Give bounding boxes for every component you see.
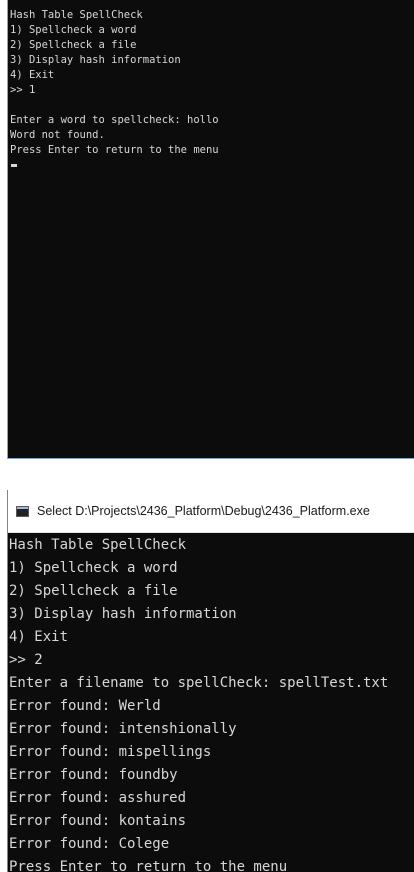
console-line: 4) Exit bbox=[9, 629, 69, 645]
console-line: Word not found. bbox=[10, 129, 105, 141]
console-line: 1) Spellcheck a word bbox=[10, 24, 137, 36]
console-output-2[interactable]: Hash Table SpellCheck 1) Spellcheck a wo… bbox=[8, 533, 414, 872]
console-line: 1) Spellcheck a word bbox=[9, 560, 178, 576]
console-line: Error found: Colege bbox=[9, 836, 170, 852]
console-line: Hash Table SpellCheck bbox=[9, 537, 187, 553]
console-line: >> 2 bbox=[9, 652, 43, 668]
console-line: Hash Table SpellCheck bbox=[10, 9, 143, 21]
console-window[interactable]: Select D:\Projects\2436_Platform\Debug\2… bbox=[7, 490, 414, 872]
console-output-1[interactable]: Hash Table SpellCheck 1) Spellcheck a wo… bbox=[7, 0, 414, 459]
console-line: Enter a filename to spellCheck: spellTes… bbox=[9, 675, 389, 691]
console-line: Error found: asshured bbox=[9, 790, 187, 806]
console-line: Error found: kontains bbox=[9, 813, 187, 829]
console-line: 2) Spellcheck a file bbox=[9, 583, 178, 599]
console-line: Press Enter to return to the menu bbox=[9, 859, 288, 872]
console-line: Enter a word to spellcheck: hollo bbox=[10, 114, 219, 126]
console-line: Error found: intenshionally bbox=[9, 721, 237, 737]
console-app-icon bbox=[16, 505, 29, 517]
text-cursor bbox=[11, 164, 17, 167]
console-line: Error found: mispellings bbox=[9, 744, 212, 760]
window-title: Select D:\Projects\2436_Platform\Debug\2… bbox=[37, 504, 370, 518]
console-line: 4) Exit bbox=[10, 69, 55, 81]
window-titlebar[interactable]: Select D:\Projects\2436_Platform\Debug\2… bbox=[8, 490, 414, 533]
console-line: 3) Display hash information bbox=[9, 606, 237, 622]
console-line: Error found: foundby bbox=[9, 767, 178, 783]
console-line: Error found: Werld bbox=[9, 698, 161, 714]
console-line: >> 1 bbox=[10, 84, 36, 96]
console-line: 2) Spellcheck a file bbox=[10, 39, 137, 51]
console-line: 3) Display hash information bbox=[10, 54, 181, 66]
console-line: Press Enter to return to the menu bbox=[10, 144, 219, 156]
